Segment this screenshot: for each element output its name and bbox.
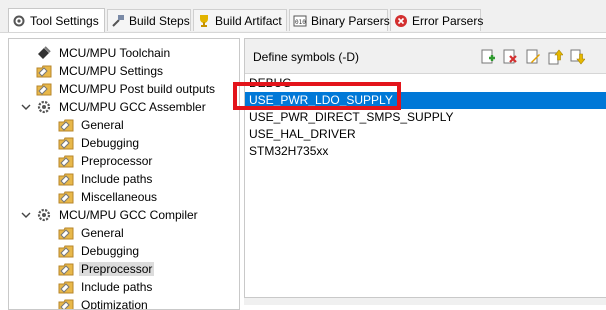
gear-icon	[36, 207, 52, 223]
list-item[interactable]: USE_HAL_DRIVER	[245, 126, 606, 143]
list-item[interactable]: USE_PWR_DIRECT_SMPS_SUPPLY	[245, 109, 606, 126]
folder-settings-icon	[58, 135, 74, 151]
folder-settings-icon	[36, 81, 52, 97]
tree-item-post-build[interactable]: MCU/MPU Post build outputs	[21, 80, 217, 98]
tree-item-label: MCU/MPU GCC Assembler	[59, 100, 206, 114]
panel-title: Define symbols (-D)	[253, 50, 360, 64]
move-up-icon[interactable]	[547, 49, 564, 65]
trophy-icon	[197, 14, 211, 28]
move-down-icon[interactable]	[569, 49, 586, 65]
tab-label: Build Steps	[129, 13, 190, 28]
chevron-down-icon[interactable]	[21, 210, 31, 220]
tab-label: Build Artifact	[215, 13, 282, 28]
folder-settings-icon	[36, 63, 52, 79]
tree-item-asm-preprocessor[interactable]: Preprocessor	[43, 152, 154, 170]
tree-item-asm-include-paths[interactable]: Include paths	[43, 170, 154, 188]
tab-error-parsers[interactable]: Error Parsers	[390, 9, 484, 31]
tree-item-label: MCU/MPU Toolchain	[59, 46, 171, 60]
folder-settings-icon	[58, 261, 74, 277]
add-icon[interactable]	[480, 49, 496, 65]
tree-item-compiler[interactable]: MCU/MPU GCC Compiler	[21, 206, 200, 224]
tree-item-label: Debugging	[81, 244, 140, 258]
binary-icon: 010	[293, 14, 307, 28]
tab-label: Tool Settings	[30, 13, 99, 28]
tree-item-label: Preprocessor	[81, 154, 153, 168]
tree-item-assembler[interactable]: MCU/MPU GCC Assembler	[21, 98, 208, 116]
tool-settings-icon	[12, 14, 26, 28]
tree-item-label: Include paths	[81, 280, 153, 294]
tab-label: Error Parsers	[412, 13, 484, 28]
delete-icon[interactable]	[502, 49, 518, 65]
tree-item-label: Preprocessor	[79, 262, 155, 276]
tree-item-label: General	[81, 118, 124, 132]
folder-settings-icon	[58, 171, 74, 187]
tree-item-cc-debugging[interactable]: Debugging	[43, 242, 141, 260]
tab-build-steps[interactable]: Build Steps	[107, 9, 191, 31]
define-symbols-panel: Define symbols (-D) DEBUG USE_PWR_LDO_SU…	[244, 38, 606, 298]
tree-item-cc-optimization[interactable]: Optimization	[43, 296, 150, 310]
tree-item-asm-debugging[interactable]: Debugging	[43, 134, 141, 152]
panel-header: Define symbols (-D)	[245, 39, 606, 74]
folder-settings-icon	[58, 225, 74, 241]
build-steps-icon	[111, 14, 125, 28]
tree-item-cc-preprocessor[interactable]: Preprocessor	[43, 260, 155, 278]
tree-item-label: Include paths	[81, 172, 153, 186]
folder-settings-icon	[58, 117, 74, 133]
tree-item-label: MCU/MPU Settings	[59, 64, 164, 78]
list-item[interactable]: STM32H735xx	[245, 143, 606, 160]
tab-build-artifact[interactable]: Build Artifact	[193, 9, 287, 31]
tab-tool-settings[interactable]: Tool Settings	[8, 8, 105, 32]
edit-icon[interactable]	[525, 49, 541, 65]
tab-label: Binary Parsers	[311, 13, 390, 28]
tree-item-asm-general[interactable]: General	[43, 116, 126, 134]
tree-item-label: Debugging	[81, 136, 140, 150]
settings-tree: MCU/MPU Toolchain MCU/MPU Settings MCU/M…	[8, 38, 240, 310]
folder-settings-icon	[58, 153, 74, 169]
toolchain-icon	[36, 45, 52, 61]
gear-icon	[36, 99, 52, 115]
tree-item-cc-general[interactable]: General	[43, 224, 126, 242]
chevron-down-icon[interactable]	[21, 102, 31, 112]
tree-item-label: Miscellaneous	[81, 190, 158, 204]
svg-text:010: 010	[295, 19, 306, 26]
tree-item-label: General	[81, 226, 124, 240]
tree-item-label: MCU/MPU Post build outputs	[59, 82, 216, 96]
folder-settings-icon	[58, 243, 74, 259]
tree-item-label: MCU/MPU GCC Compiler	[59, 208, 198, 222]
tree-item-label: Optimization	[81, 298, 148, 310]
folder-settings-icon	[58, 189, 74, 205]
tab-binary-parsers[interactable]: 010 Binary Parsers	[289, 9, 390, 31]
tree-item-asm-misc[interactable]: Miscellaneous	[43, 188, 159, 206]
folder-settings-icon	[58, 279, 74, 295]
tree-item-toolchain[interactable]: MCU/MPU Toolchain	[21, 44, 172, 62]
tree-item-settings[interactable]: MCU/MPU Settings	[21, 62, 165, 80]
annotation-highlight	[233, 82, 401, 110]
error-icon	[394, 14, 408, 28]
tab-bar: Tool Settings Build Steps Build Artifact…	[0, 0, 606, 33]
tree-item-cc-include-paths[interactable]: Include paths	[43, 278, 154, 296]
